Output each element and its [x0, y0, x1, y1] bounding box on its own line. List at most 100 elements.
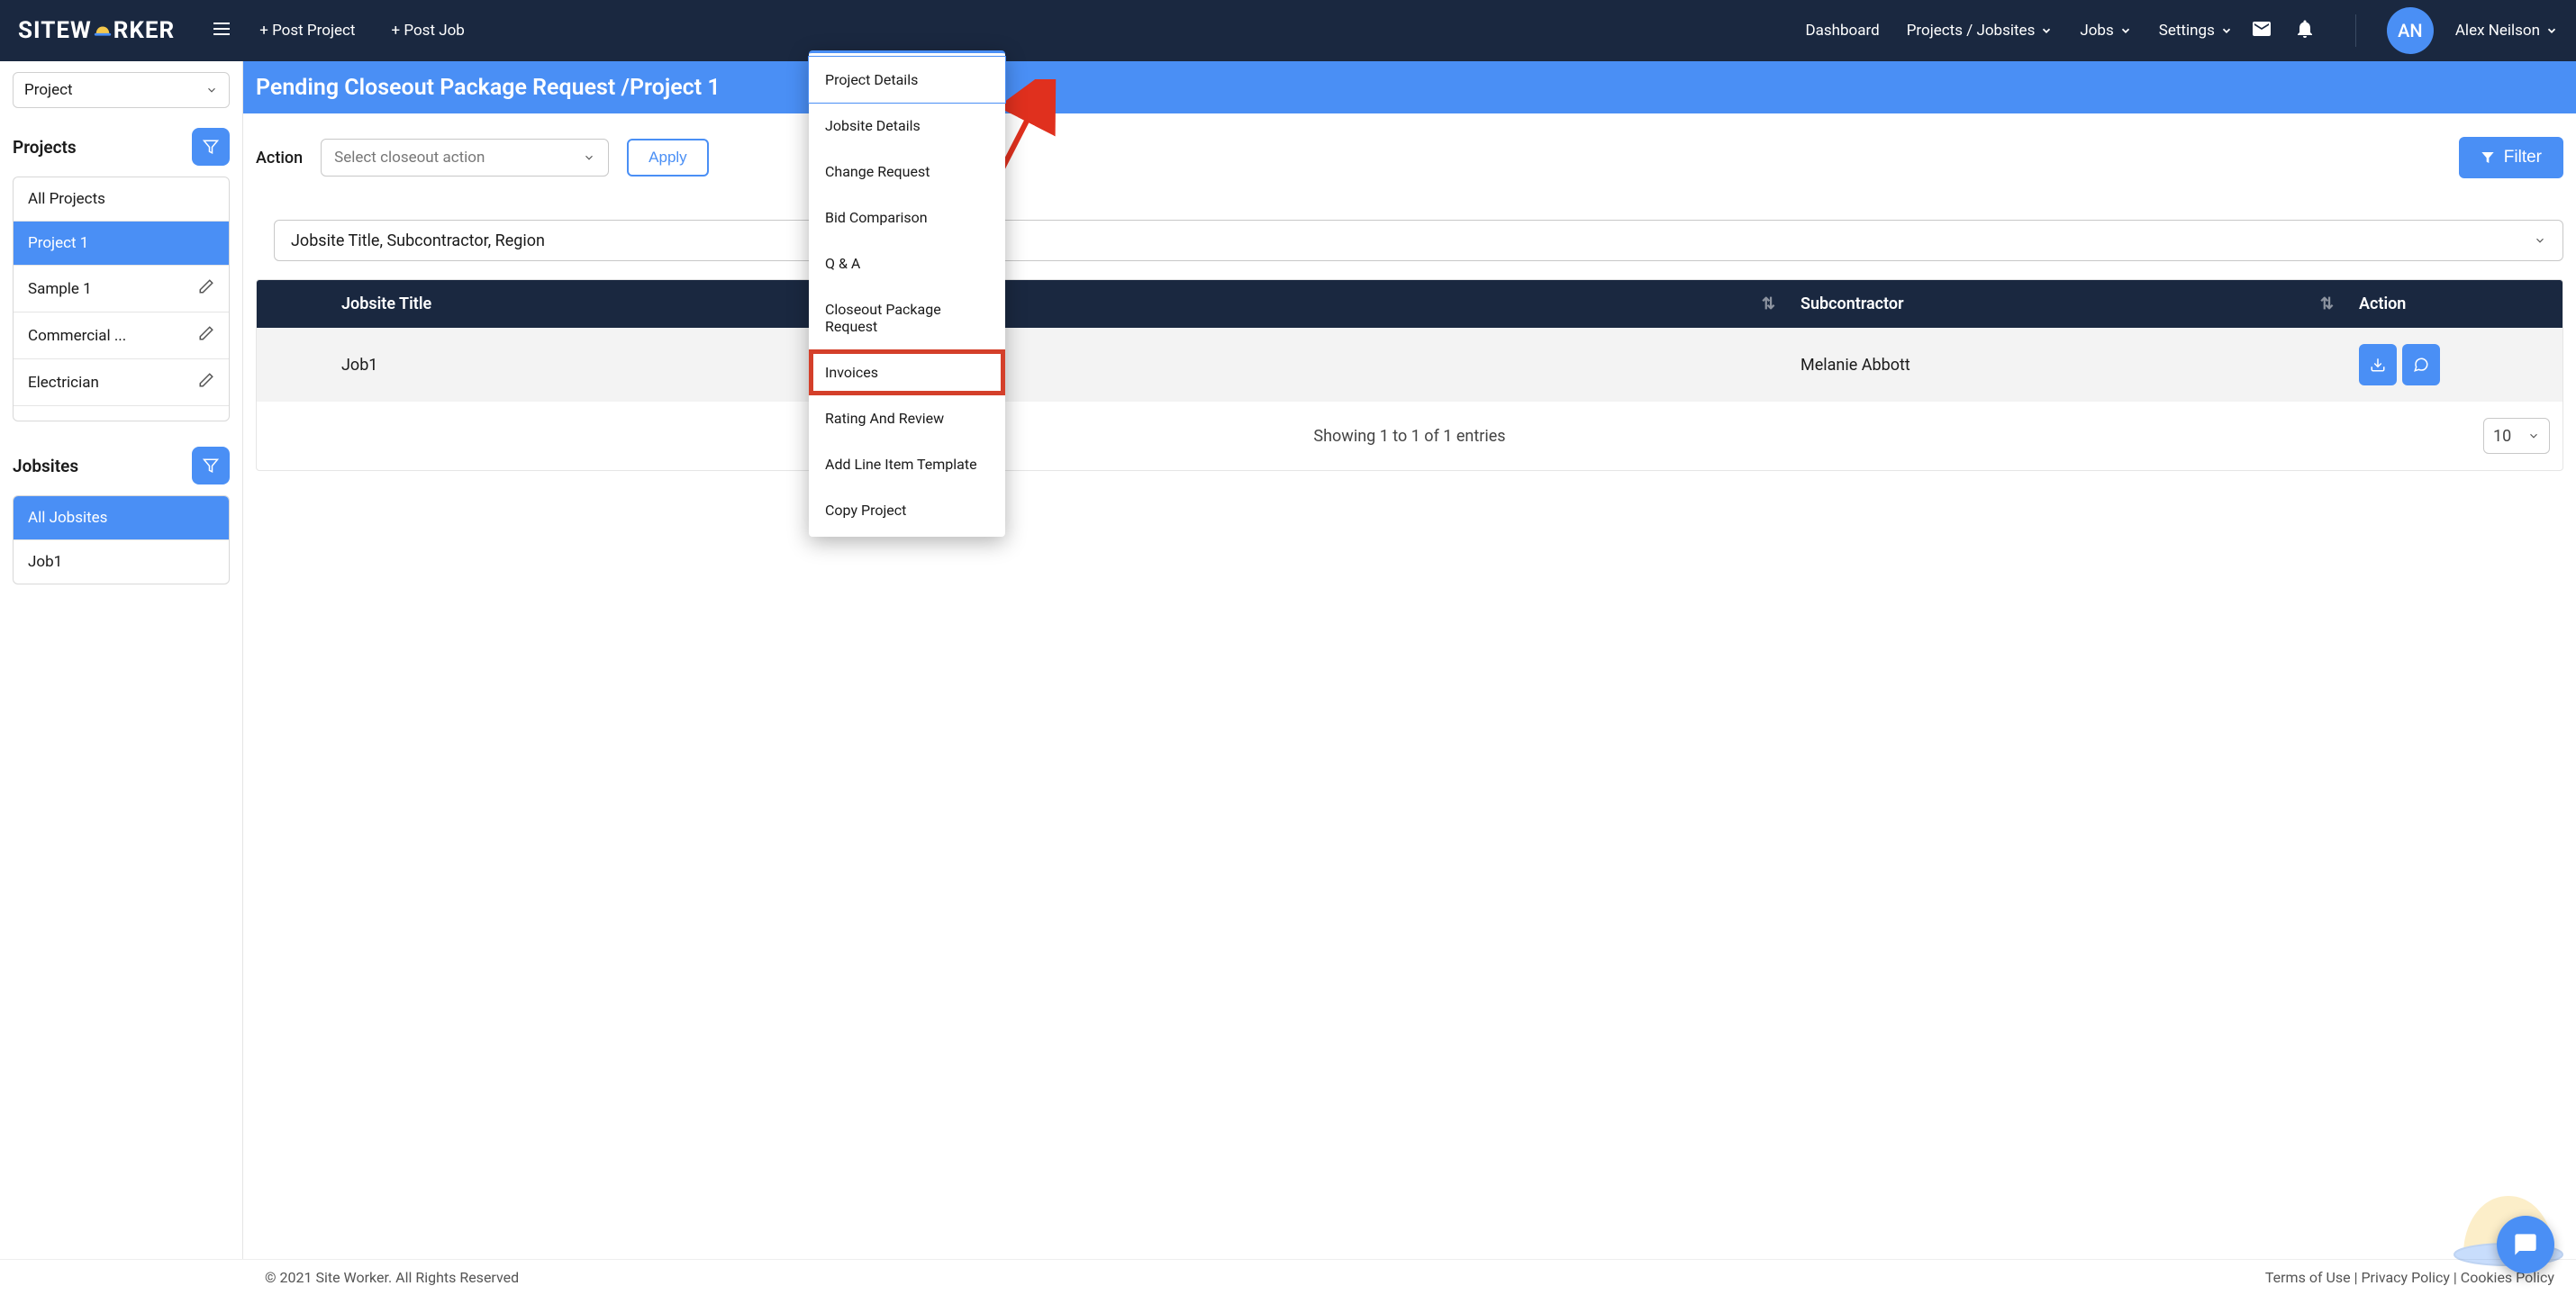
data-table: Jobsite Title ⇅ Subcontractor ⇅ Action	[256, 279, 2563, 471]
chevron-down-icon	[2220, 24, 2233, 37]
comment-button[interactable]	[2402, 344, 2440, 385]
project-item-label: Electrician	[28, 374, 99, 392]
sidebar-project-item[interactable]: All Projects	[14, 177, 229, 222]
projects-filter-button[interactable]	[192, 128, 230, 166]
action-bar: Action Select closeout action Apply Filt…	[243, 113, 2576, 202]
sidebar-project-item[interactable]: Sample 1	[14, 266, 229, 312]
nav-items: Dashboard Projects / Jobsites Jobs Setti…	[1805, 22, 2232, 40]
dropdown-item[interactable]: Closeout Package Request	[809, 286, 1005, 349]
filter-button[interactable]: Filter	[2459, 137, 2563, 178]
sidebar-project-item[interactable]: Project 1	[14, 222, 229, 266]
chevron-down-icon	[2527, 430, 2540, 442]
col-action-label: Action	[2359, 294, 2406, 313]
footer-copyright: © 2021 Site Worker. All Rights Reserved	[265, 1269, 519, 1286]
projects-dropdown-menu: Project DetailsJobsite DetailsChange Req…	[809, 50, 1005, 537]
row-subcontractor: Melanie Abbott	[1788, 328, 2346, 402]
table-row: Job1Melanie Abbott	[257, 328, 2562, 402]
post-project-link[interactable]: + Post Project	[259, 22, 355, 40]
col-subcontractor[interactable]: Subcontractor ⇅	[1788, 280, 2346, 328]
brand-post: RKER	[113, 17, 175, 44]
col-expand	[257, 280, 329, 328]
nav-projects-jobsites[interactable]: Projects / Jobsites	[1907, 22, 2054, 40]
sort-icon: ⇅	[1762, 294, 1775, 313]
nav-dashboard[interactable]: Dashboard	[1805, 22, 1879, 40]
dropdown-item[interactable]: Change Request	[809, 149, 1005, 195]
sort-icon: ⇅	[2320, 294, 2334, 313]
jobsites-list: All JobsitesJob1	[13, 495, 230, 584]
dropdown-item[interactable]: Rating And Review	[809, 395, 1005, 441]
nav-jobs-label: Jobs	[2080, 22, 2113, 40]
brand-pre: SITEW	[18, 17, 92, 44]
footer-terms[interactable]: Terms of Use	[2265, 1269, 2351, 1286]
project-item-label: Residential ...	[28, 419, 119, 421]
nav-projects-label: Projects / Jobsites	[1907, 22, 2036, 40]
nav-settings[interactable]: Settings	[2159, 22, 2233, 40]
projects-list: All Projects Project 1Sample 1Commercial …	[13, 177, 230, 421]
nav-jobs[interactable]: Jobs	[2080, 22, 2131, 40]
col-jobsite[interactable]: Jobsite Title ⇅	[329, 280, 1788, 328]
chevron-down-icon	[205, 84, 218, 96]
main-content: Pending Closeout Package Request /Projec…	[243, 61, 2576, 1259]
site-footer: © 2021 Site Worker. All Rights Reserved …	[0, 1259, 2576, 1295]
chevron-down-icon	[2040, 24, 2053, 37]
nav-settings-label: Settings	[2159, 22, 2215, 40]
footer-cookies[interactable]: Cookies Policy	[2461, 1269, 2554, 1286]
pencil-icon[interactable]	[198, 325, 214, 346]
col-action: Action	[2346, 280, 2562, 328]
comment-icon	[2413, 357, 2429, 373]
dropdown-item[interactable]: Project Details	[809, 57, 1005, 103]
project-item-label: All Projects	[28, 190, 105, 208]
hardhat-o-icon	[93, 21, 113, 41]
col-jobsite-label: Jobsite Title	[341, 294, 431, 313]
user-avatar[interactable]: AN	[2387, 7, 2434, 54]
brand-logo: SITEW RKER	[18, 17, 175, 44]
top-nav: SITEW RKER + Post Project + Post Job Das…	[0, 0, 2576, 61]
sidebar-project-item[interactable]: Electrician	[14, 359, 229, 406]
download-icon	[2370, 357, 2386, 373]
row-expand-cell[interactable]	[257, 328, 329, 402]
nav-divider	[2355, 14, 2356, 47]
jobsites-heading: Jobsites	[13, 456, 78, 476]
chevron-down-icon	[2119, 24, 2132, 37]
mail-icon[interactable]	[2251, 18, 2272, 43]
filter-button-label: Filter	[2504, 148, 2542, 168]
pencil-icon[interactable]	[198, 372, 214, 393]
dropdown-item[interactable]: Invoices	[809, 349, 1005, 395]
jobsites-filter-button[interactable]	[192, 447, 230, 484]
post-job-link[interactable]: + Post Job	[392, 22, 465, 40]
user-menu[interactable]: Alex Neilson	[2455, 22, 2558, 40]
row-jobsite: Job1	[329, 328, 1788, 402]
grouping-select[interactable]: Jobsite Title, Subcontractor, Region	[274, 220, 2563, 261]
chevron-down-icon	[2545, 24, 2558, 37]
chat-widget[interactable]	[2497, 1216, 2554, 1273]
chat-icon	[2513, 1232, 2538, 1257]
bell-icon[interactable]	[2294, 18, 2316, 43]
chevron-down-icon	[583, 151, 595, 164]
download-button[interactable]	[2359, 344, 2397, 385]
chevron-down-icon	[2534, 234, 2546, 247]
scope-select-label: Project	[24, 81, 73, 99]
footer-privacy[interactable]: Privacy Policy	[2361, 1269, 2450, 1286]
row-actions	[2346, 328, 2562, 402]
page-title: Pending Closeout Package Request /Projec…	[243, 61, 2576, 113]
dropdown-item[interactable]: Jobsite Details	[809, 103, 1005, 149]
menu-toggle-icon[interactable]	[211, 18, 232, 43]
action-select-placeholder: Select closeout action	[334, 149, 485, 167]
col-subcontractor-label: Subcontractor	[1800, 294, 1904, 313]
dropdown-item[interactable]: Copy Project	[809, 487, 1005, 533]
dropdown-item[interactable]: Bid Comparison	[809, 195, 1005, 240]
dropdown-item[interactable]: Q & A	[809, 240, 1005, 286]
closeout-action-select[interactable]: Select closeout action	[321, 139, 609, 177]
grouping-select-label: Jobsite Title, Subcontractor, Region	[291, 231, 545, 250]
sidebar-project-item[interactable]: Residential ...	[14, 406, 229, 421]
apply-button[interactable]: Apply	[627, 139, 709, 177]
dropdown-item[interactable]: Add Line Item Template	[809, 441, 1005, 487]
sidebar-jobsite-item[interactable]: Job1	[14, 540, 229, 584]
page-size-select[interactable]: 10	[2483, 418, 2550, 454]
scope-select[interactable]: Project	[13, 72, 230, 108]
filter-icon	[203, 457, 219, 474]
pencil-icon[interactable]	[198, 278, 214, 299]
sidebar-project-item[interactable]: Commercial ...	[14, 312, 229, 359]
sidebar-jobsite-item[interactable]: All Jobsites	[14, 496, 229, 540]
action-label: Action	[256, 149, 303, 168]
